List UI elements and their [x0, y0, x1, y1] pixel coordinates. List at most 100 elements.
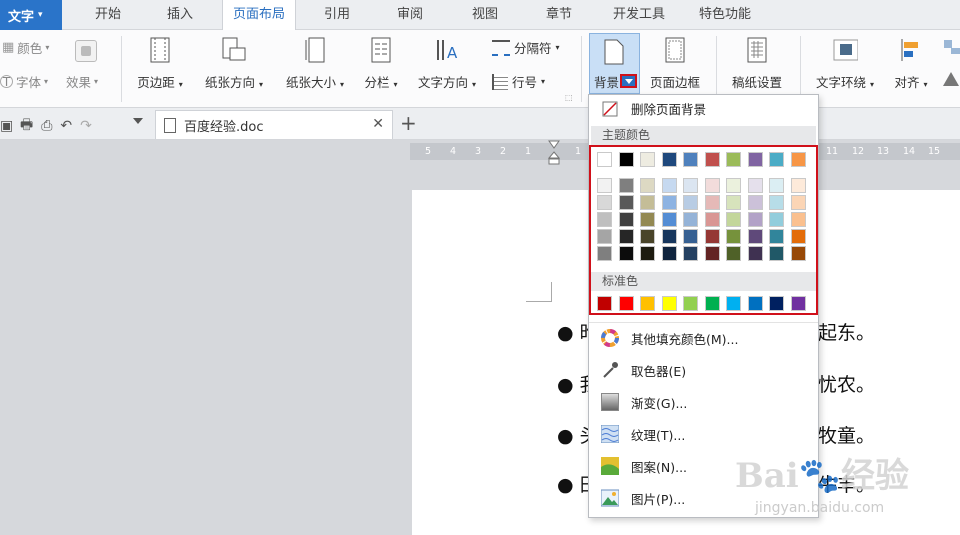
more-fill-colors-item[interactable]: 其他填充颜色(M)... [589, 323, 818, 353]
standard-color-swatch[interactable] [618, 296, 634, 311]
theme-shade-swatch[interactable] [704, 246, 720, 261]
tab-4[interactable]: 审阅 [380, 0, 440, 30]
undo-icon[interactable]: ↶ [60, 118, 72, 134]
theme-shade-swatch[interactable] [769, 246, 784, 261]
indent-marker[interactable] [547, 140, 561, 166]
theme-effect-button[interactable]: 效果 ▾ [66, 72, 98, 91]
tab-5[interactable]: 视图 [455, 0, 515, 30]
theme-shade-swatch[interactable] [790, 229, 806, 244]
theme-shade-swatch[interactable] [704, 212, 720, 227]
theme-shade-swatch[interactable] [726, 246, 741, 261]
theme-shade-swatch[interactable] [769, 212, 784, 227]
text-direction-button[interactable]: A 文字方向 ▾ [411, 36, 483, 91]
theme-shade-swatch[interactable] [661, 178, 677, 193]
theme-color-swatch[interactable] [704, 152, 720, 167]
theme-color-swatch[interactable] [661, 152, 677, 167]
theme-shade-swatch[interactable] [747, 246, 763, 261]
theme-color-swatch[interactable] [747, 152, 763, 167]
tab-0[interactable]: 开始 [78, 0, 138, 30]
theme-shade-swatch[interactable] [683, 178, 698, 193]
texture-item[interactable]: 纹理(T)... [589, 419, 818, 449]
theme-shade-swatch[interactable] [790, 178, 806, 193]
theme-shade-swatch[interactable] [640, 246, 655, 261]
print-preview-icon[interactable]: ⎙ [41, 118, 52, 134]
theme-color-swatch[interactable] [683, 152, 698, 167]
theme-color-swatch[interactable] [726, 152, 741, 167]
theme-shade-swatch[interactable] [769, 195, 784, 210]
line-number-button[interactable]: 行号 ▾ [492, 72, 545, 91]
theme-shade-swatch[interactable] [790, 246, 806, 261]
theme-shade-swatch[interactable] [726, 229, 741, 244]
theme-color-swatch[interactable] [769, 152, 784, 167]
theme-shade-swatch[interactable] [597, 229, 612, 244]
theme-shade-swatch[interactable] [747, 178, 763, 193]
orientation-button[interactable]: 纸张方向 ▾ [198, 36, 270, 91]
theme-shade-swatch[interactable] [618, 178, 634, 193]
theme-shade-swatch[interactable] [726, 178, 741, 193]
save-icon[interactable]: ▣ [0, 118, 12, 134]
theme-shade-swatch[interactable] [661, 195, 677, 210]
theme-shade-swatch[interactable] [704, 195, 720, 210]
theme-shade-swatch[interactable] [618, 195, 634, 210]
theme-color-swatch[interactable] [790, 152, 806, 167]
document-tab[interactable]: 百度经验.doc ✕ [155, 110, 393, 139]
text-wrap-button[interactable]: 文字环绕 ▾ [808, 36, 882, 91]
theme-shade-swatch[interactable] [683, 195, 698, 210]
theme-shade-swatch[interactable] [769, 178, 784, 193]
theme-shade-swatch[interactable] [597, 195, 612, 210]
standard-color-swatch[interactable] [790, 296, 806, 311]
standard-color-swatch[interactable] [661, 296, 677, 311]
theme-font-button[interactable]: T 字体 ▾ [0, 72, 48, 91]
columns-button[interactable]: 分栏 ▾ [359, 36, 403, 91]
margins-button[interactable]: 页边距 ▾ [130, 36, 190, 91]
theme-color-swatch[interactable] [618, 152, 634, 167]
standard-color-swatch[interactable] [683, 296, 698, 311]
theme-shade-swatch[interactable] [618, 229, 634, 244]
theme-shade-swatch[interactable] [704, 178, 720, 193]
tab-6[interactable]: 章节 [529, 0, 589, 30]
theme-shade-swatch[interactable] [790, 195, 806, 210]
separator-button[interactable]: 分隔符 ▾ [492, 38, 560, 57]
theme-shade-swatch[interactable] [597, 212, 612, 227]
print-icon[interactable]: 🖶 [20, 114, 33, 138]
theme-shade-swatch[interactable] [640, 212, 655, 227]
theme-shade-swatch[interactable] [640, 229, 655, 244]
standard-color-swatch[interactable] [747, 296, 763, 311]
theme-shade-swatch[interactable] [726, 212, 741, 227]
dialog-launcher-icon[interactable]: ⬚ [565, 93, 573, 102]
background-dropdown-arrow[interactable] [620, 74, 637, 88]
theme-shade-swatch[interactable] [683, 246, 698, 261]
tab-8[interactable]: 特色功能 [685, 0, 765, 30]
theme-shade-swatch[interactable] [769, 229, 784, 244]
caret-down-icon[interactable] [133, 118, 143, 124]
tab-7[interactable]: 开发工具 [600, 0, 678, 30]
standard-color-swatch[interactable] [726, 296, 741, 311]
align-button[interactable]: 对齐 ▾ [888, 36, 934, 91]
tab-1[interactable]: 插入 [150, 0, 210, 30]
theme-shade-swatch[interactable] [640, 195, 655, 210]
rotate-icon[interactable] [941, 40, 960, 90]
theme-shade-swatch[interactable] [747, 195, 763, 210]
theme-color-swatch[interactable] [640, 152, 655, 167]
gradient-item[interactable]: 渐变(G)... [589, 387, 818, 417]
standard-color-swatch[interactable] [640, 296, 655, 311]
theme-shade-swatch[interactable] [661, 212, 677, 227]
tab-2[interactable]: 页面布局 [222, 0, 296, 31]
theme-icon[interactable] [75, 40, 97, 62]
theme-colors-button[interactable]: ▦ 颜色 ▾ [2, 38, 49, 57]
theme-shade-swatch[interactable] [747, 212, 763, 227]
theme-shade-swatch[interactable] [597, 178, 612, 193]
page-border-button[interactable]: 页面边框 [645, 36, 705, 91]
theme-color-swatch[interactable] [597, 152, 612, 167]
theme-shade-swatch[interactable] [661, 229, 677, 244]
theme-shade-swatch[interactable] [704, 229, 720, 244]
theme-shade-swatch[interactable] [618, 212, 634, 227]
theme-shade-swatch[interactable] [683, 229, 698, 244]
theme-shade-swatch[interactable] [683, 212, 698, 227]
new-tab-icon[interactable]: + [400, 111, 417, 135]
app-menu-button[interactable]: 文字 ▾ [0, 0, 62, 30]
theme-shade-swatch[interactable] [726, 195, 741, 210]
close-icon[interactable]: ✕ [372, 116, 384, 132]
theme-shade-swatch[interactable] [790, 212, 806, 227]
standard-color-swatch[interactable] [704, 296, 720, 311]
